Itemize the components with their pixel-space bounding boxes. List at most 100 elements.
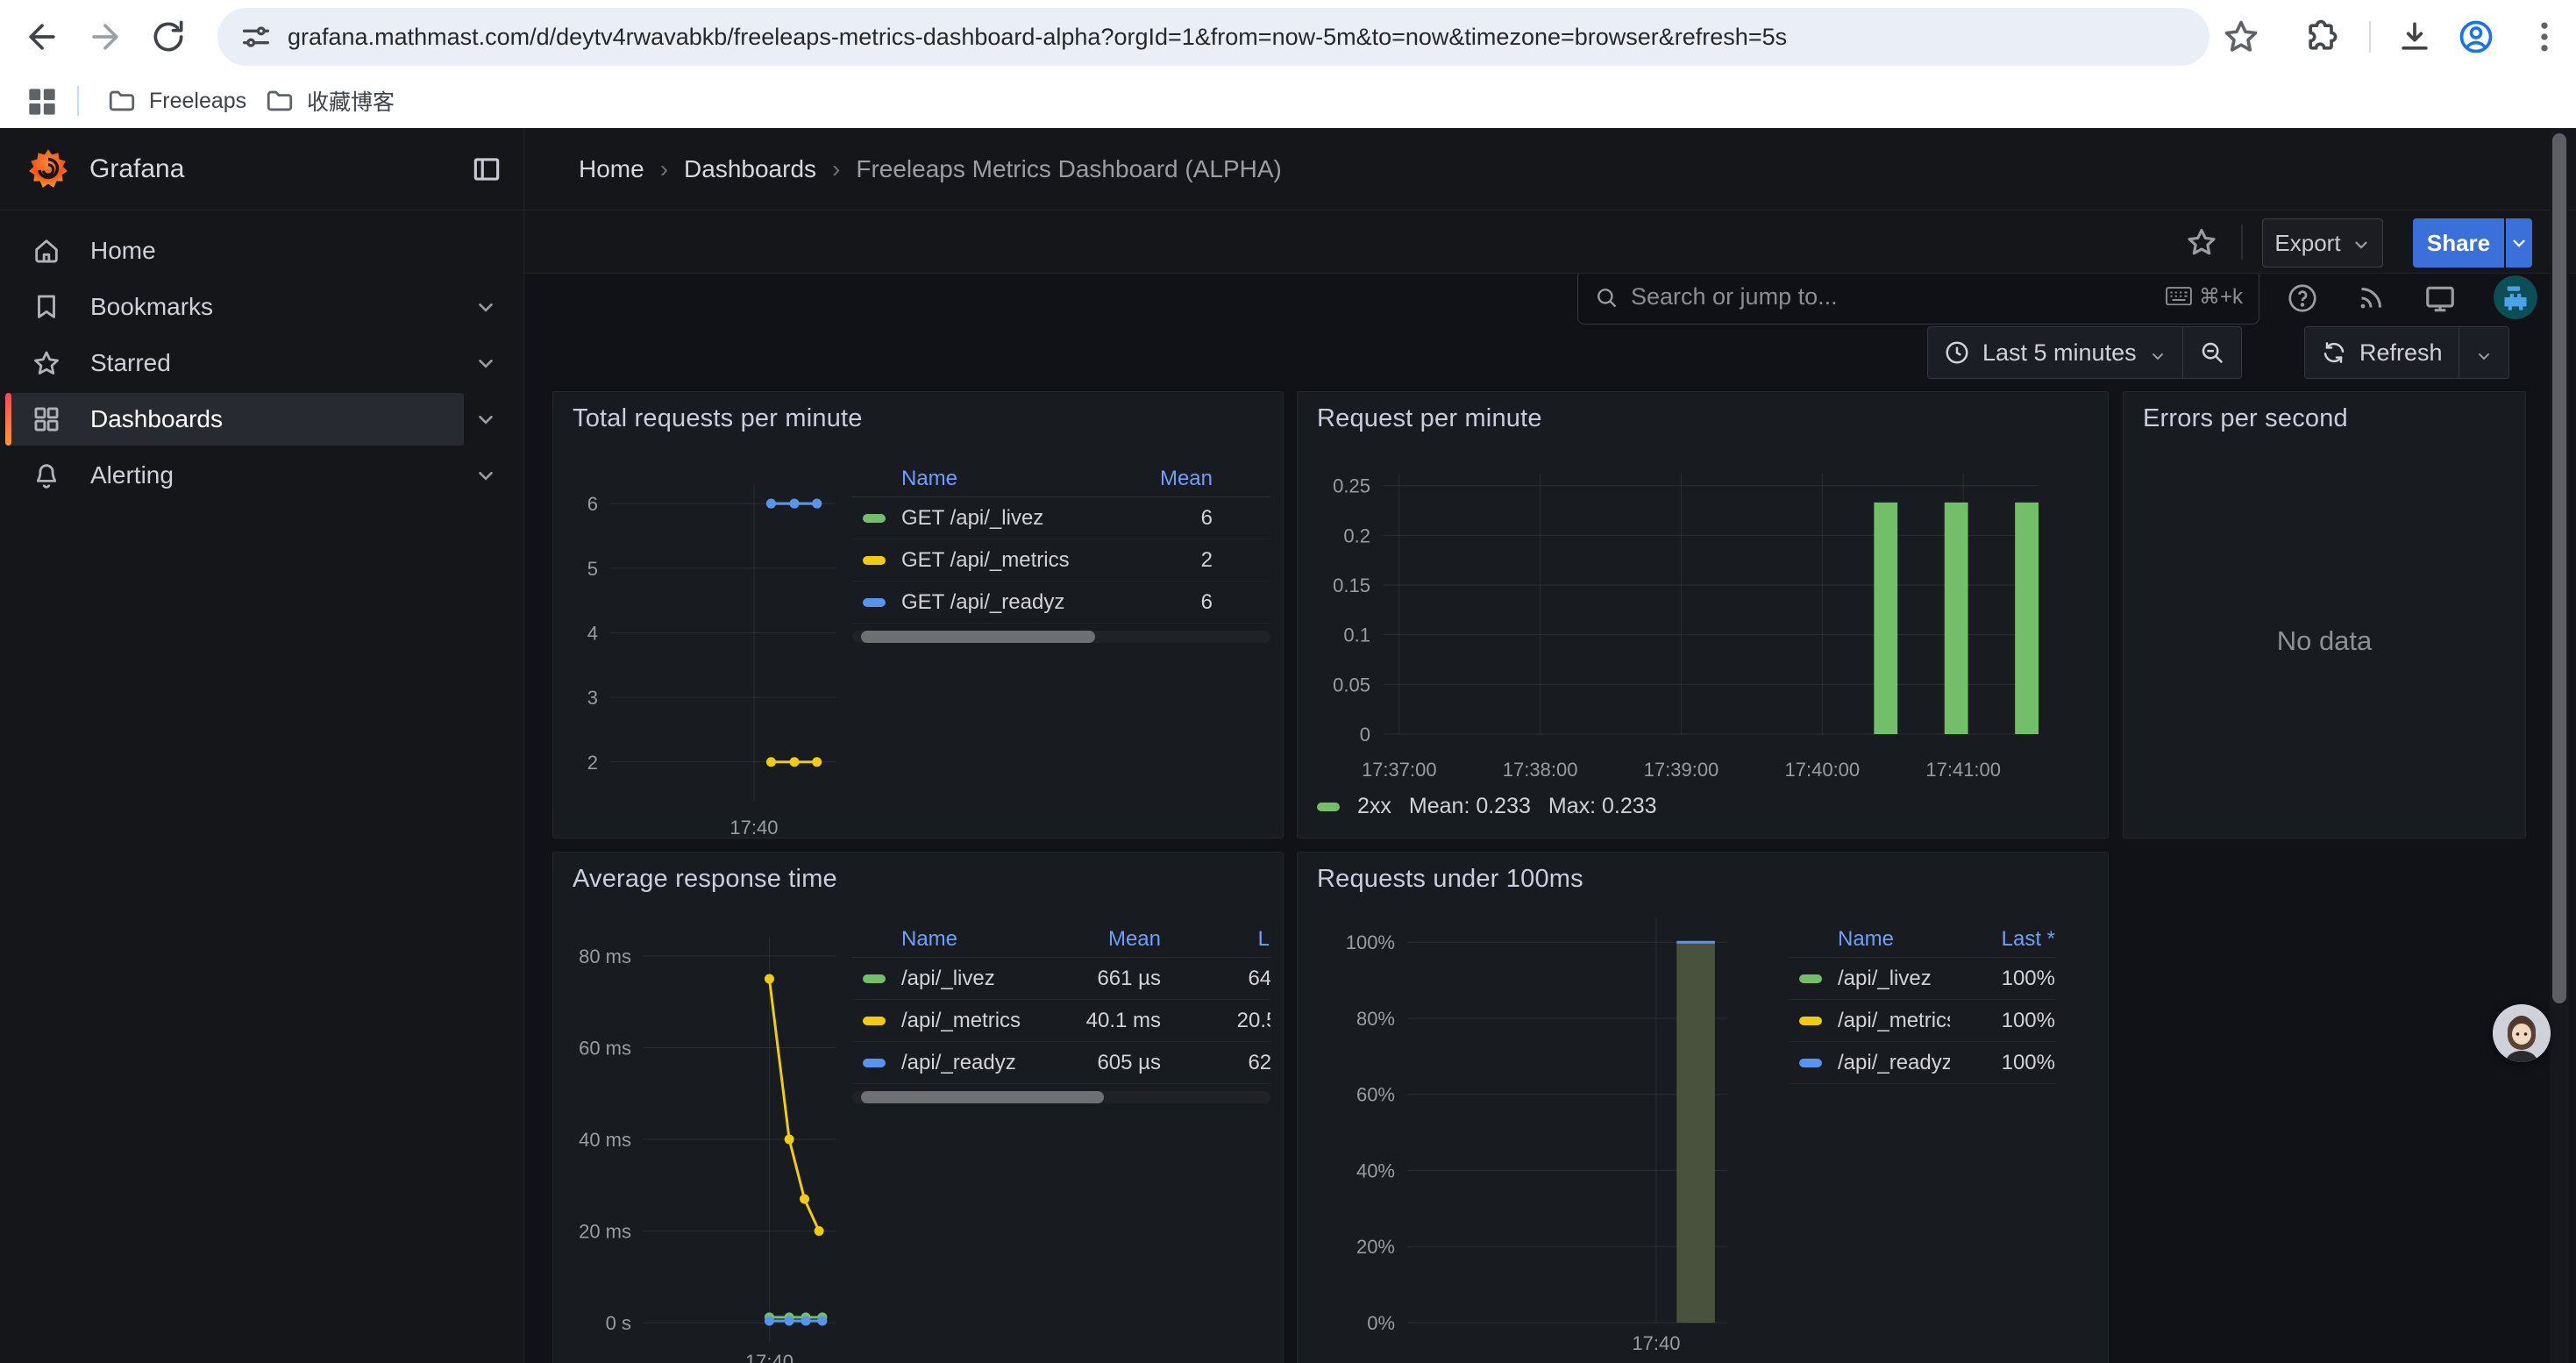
- share-menu-button[interactable]: [2506, 218, 2532, 268]
- legend-scrollbar[interactable]: [852, 1091, 1270, 1103]
- legend-table: Name Last * /api/_livez 100% /api/_metri…: [1789, 921, 2055, 1084]
- chevron-down-icon[interactable]: [474, 296, 497, 318]
- sidebar-item-label: Bookmarks: [90, 293, 213, 321]
- site-info-icon[interactable]: [238, 19, 274, 54]
- back-icon[interactable]: [23, 18, 61, 56]
- brand-label[interactable]: Grafana: [89, 154, 184, 184]
- share-label: Share: [2427, 230, 2490, 257]
- series-mean: 6: [1107, 506, 1270, 531]
- panel-title: Errors per second: [2143, 404, 2348, 433]
- export-button[interactable]: Export: [2262, 218, 2383, 268]
- svg-text:17:40: 17:40: [729, 817, 778, 838]
- sidebar-item-label: Alerting: [90, 461, 174, 489]
- legend-header: Name Last *: [1789, 921, 2055, 958]
- series-name[interactable]: /api/_readyz: [901, 1051, 1038, 1075]
- sidebar-item-bg: [5, 281, 464, 333]
- breadcrumb-dashboards[interactable]: Dashboards: [684, 155, 816, 183]
- series-swatch-blue: [863, 1059, 886, 1067]
- folder-icon: [265, 86, 295, 116]
- series-name[interactable]: /api/_livez: [901, 967, 1038, 991]
- series-name[interactable]: /api/_livez: [1838, 967, 1950, 991]
- chevron-down-icon[interactable]: [474, 352, 497, 375]
- sidebar-item-alerting[interactable]: Alerting: [5, 447, 523, 503]
- legend-header-name[interactable]: Name: [901, 467, 1107, 491]
- page-scrollbar[interactable]: [2550, 128, 2569, 1363]
- series-swatch-blue: [863, 598, 886, 607]
- series-name[interactable]: /api/_metrics: [901, 1009, 1038, 1033]
- sidebar-item-bg: [5, 393, 464, 446]
- svg-text:17:39:00: 17:39:00: [1644, 759, 1719, 781]
- chevron-down-icon[interactable]: [474, 464, 497, 487]
- series-last: 20.5 ms: [1161, 1009, 1270, 1033]
- sidebar-item-bg: [5, 337, 464, 389]
- sidebar-item-dashboards[interactable]: Dashboards: [5, 391, 523, 447]
- zoom-out-button[interactable]: [2183, 327, 2241, 378]
- legend-header-last[interactable]: Last *: [1161, 927, 1270, 952]
- apps-grid-icon[interactable]: [23, 82, 61, 121]
- svg-text:60%: 60%: [1356, 1084, 1395, 1106]
- sidebar: Home Bookmarks Starred Dashboards: [0, 211, 524, 1363]
- svg-text:17:40: 17:40: [745, 1351, 793, 1363]
- svg-text:60 ms: 60 ms: [579, 1037, 631, 1059]
- downloads-icon[interactable]: [2395, 18, 2434, 56]
- sidebar-item-starred[interactable]: Starred: [5, 335, 523, 391]
- legend-scroll-thumb[interactable]: [861, 631, 1095, 643]
- bookmark-folder-freeleaps[interactable]: Freeleaps: [95, 81, 259, 121]
- panel-errors-per-second[interactable]: Errors per second No data: [2123, 391, 2526, 838]
- breadcrumb-home[interactable]: Home: [579, 155, 644, 183]
- legend-row: GET /api/_livez 6: [852, 497, 1270, 539]
- panel-requests-under-100ms[interactable]: Requests under 100ms 17:40100%80%60%40%2…: [1297, 852, 2109, 1363]
- legend-header-mean[interactable]: Mean: [1038, 927, 1161, 952]
- grafana-logo-icon[interactable]: [26, 147, 70, 191]
- refresh-button[interactable]: Refresh: [2305, 327, 2459, 378]
- bookmark-icon: [32, 292, 61, 322]
- sidebar-toggle-icon[interactable]: [470, 153, 503, 186]
- address-bar[interactable]: grafana.mathmast.com/d/deytv4rwavabkb/fr…: [217, 8, 2210, 66]
- series-name[interactable]: /api/_readyz: [1838, 1051, 1950, 1075]
- search-box[interactable]: ⌘+k: [1577, 269, 2259, 325]
- legend-scroll-thumb[interactable]: [861, 1091, 1104, 1103]
- legend-header-name[interactable]: Name: [1838, 927, 1950, 952]
- series-name[interactable]: GET /api/_livez: [901, 506, 1107, 531]
- series-name[interactable]: GET /api/_metrics: [901, 548, 1107, 573]
- browser-toolbar: grafana.mathmast.com/d/deytv4rwavabkb/fr…: [0, 0, 2576, 74]
- extensions-icon[interactable]: [2302, 18, 2341, 56]
- sidebar-item-home[interactable]: Home: [5, 223, 523, 279]
- profile-avatar-icon[interactable]: [2457, 18, 2495, 56]
- series-swatch-yellow: [1799, 1017, 1822, 1025]
- bookmark-folder-blogs[interactable]: 收藏博客: [253, 81, 407, 121]
- svg-text:3: 3: [587, 687, 598, 709]
- legend-scrollbar[interactable]: [852, 631, 1270, 643]
- legend-header-mean[interactable]: Mean: [1107, 467, 1270, 491]
- panel-request-per-minute[interactable]: Request per minute 17:37:0017:38:0017:39…: [1297, 391, 2109, 838]
- panel-average-response-time[interactable]: Average response time 17:4080 ms60 ms40 …: [552, 852, 1284, 1363]
- reload-icon[interactable]: [149, 18, 188, 56]
- svg-text:17:40:00: 17:40:00: [1785, 759, 1861, 781]
- panel-total-requests[interactable]: Total requests per minute 17:4065432 Nam…: [552, 391, 1284, 838]
- share-button[interactable]: Share: [2413, 218, 2504, 268]
- user-avatar[interactable]: [2494, 275, 2537, 319]
- forward-icon[interactable]: [86, 18, 125, 56]
- favorite-star-icon[interactable]: [2185, 225, 2218, 259]
- series-name[interactable]: /api/_metrics: [1838, 1009, 1950, 1033]
- chevron-down-icon[interactable]: [474, 408, 497, 431]
- sidebar-item-bookmarks[interactable]: Bookmarks: [5, 279, 523, 335]
- legend-header-last[interactable]: Last *: [1950, 927, 2055, 952]
- scrollbar-thumb[interactable]: [2552, 133, 2566, 1003]
- news-rss-icon[interactable]: [2355, 282, 2387, 314]
- browser-menu-icon[interactable]: [2525, 18, 2564, 56]
- legend-row: /api/_livez 100%: [1789, 958, 2055, 1000]
- series-mean: 2: [1107, 548, 1270, 573]
- display-monitor-icon[interactable]: [2423, 282, 2457, 316]
- search-input[interactable]: [1631, 283, 2153, 310]
- series-swatch-green: [863, 514, 886, 523]
- assistant-avatar[interactable]: [2493, 1004, 2551, 1062]
- refresh-interval-button[interactable]: [2459, 327, 2508, 378]
- help-icon[interactable]: [2287, 282, 2318, 314]
- legend-header-name[interactable]: Name: [901, 927, 1038, 952]
- bookmark-star-icon[interactable]: [2222, 18, 2260, 56]
- series-name[interactable]: 2xx: [1357, 794, 1391, 819]
- time-range-button[interactable]: Last 5 minutes: [1928, 327, 2182, 378]
- svg-text:17:37:00: 17:37:00: [1362, 759, 1437, 781]
- series-name[interactable]: GET /api/_readyz: [901, 590, 1107, 615]
